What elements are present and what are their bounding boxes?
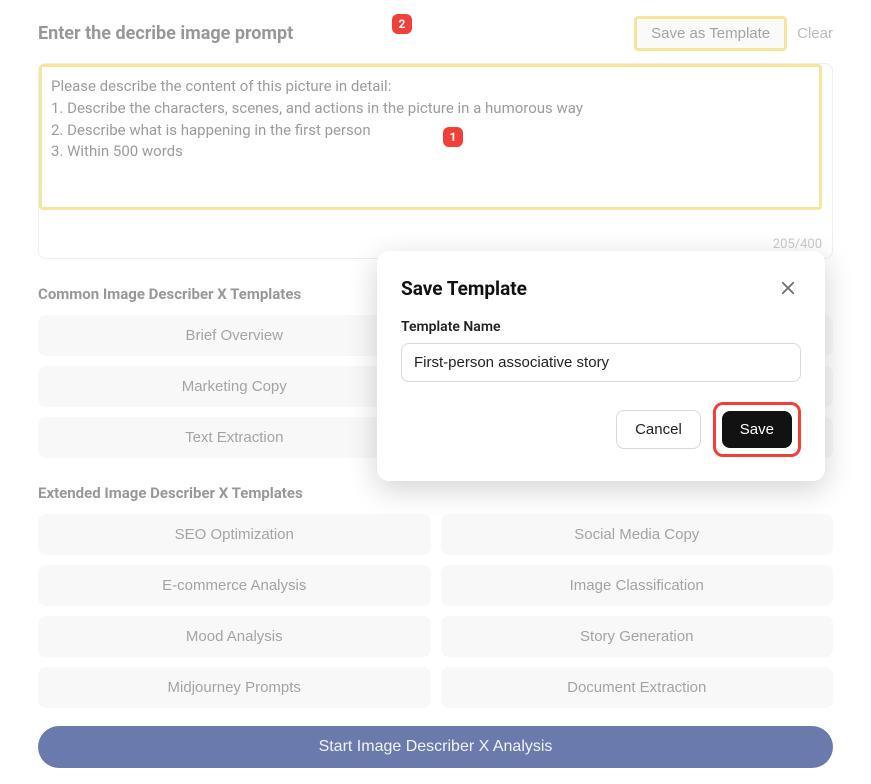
cancel-button[interactable]: Cancel — [616, 410, 701, 449]
template-name-label: Template Name — [401, 319, 801, 335]
start-analysis-button[interactable]: Start Image Describer X Analysis — [38, 726, 833, 768]
save-button[interactable]: Save — [722, 411, 792, 448]
save-template-modal: Save Template Template Name Cancel Save — [377, 251, 825, 481]
modal-actions: Cancel Save — [401, 402, 801, 457]
save-button-highlight: Save — [713, 402, 801, 457]
modal-header: Save Template — [401, 275, 801, 301]
modal-title: Save Template — [401, 277, 527, 300]
callout-badge-1: 1 — [443, 127, 463, 147]
close-icon — [779, 279, 797, 297]
callout-badge-2: 2 — [392, 14, 412, 34]
modal-close-button[interactable] — [775, 275, 801, 301]
template-name-input[interactable] — [401, 343, 801, 382]
